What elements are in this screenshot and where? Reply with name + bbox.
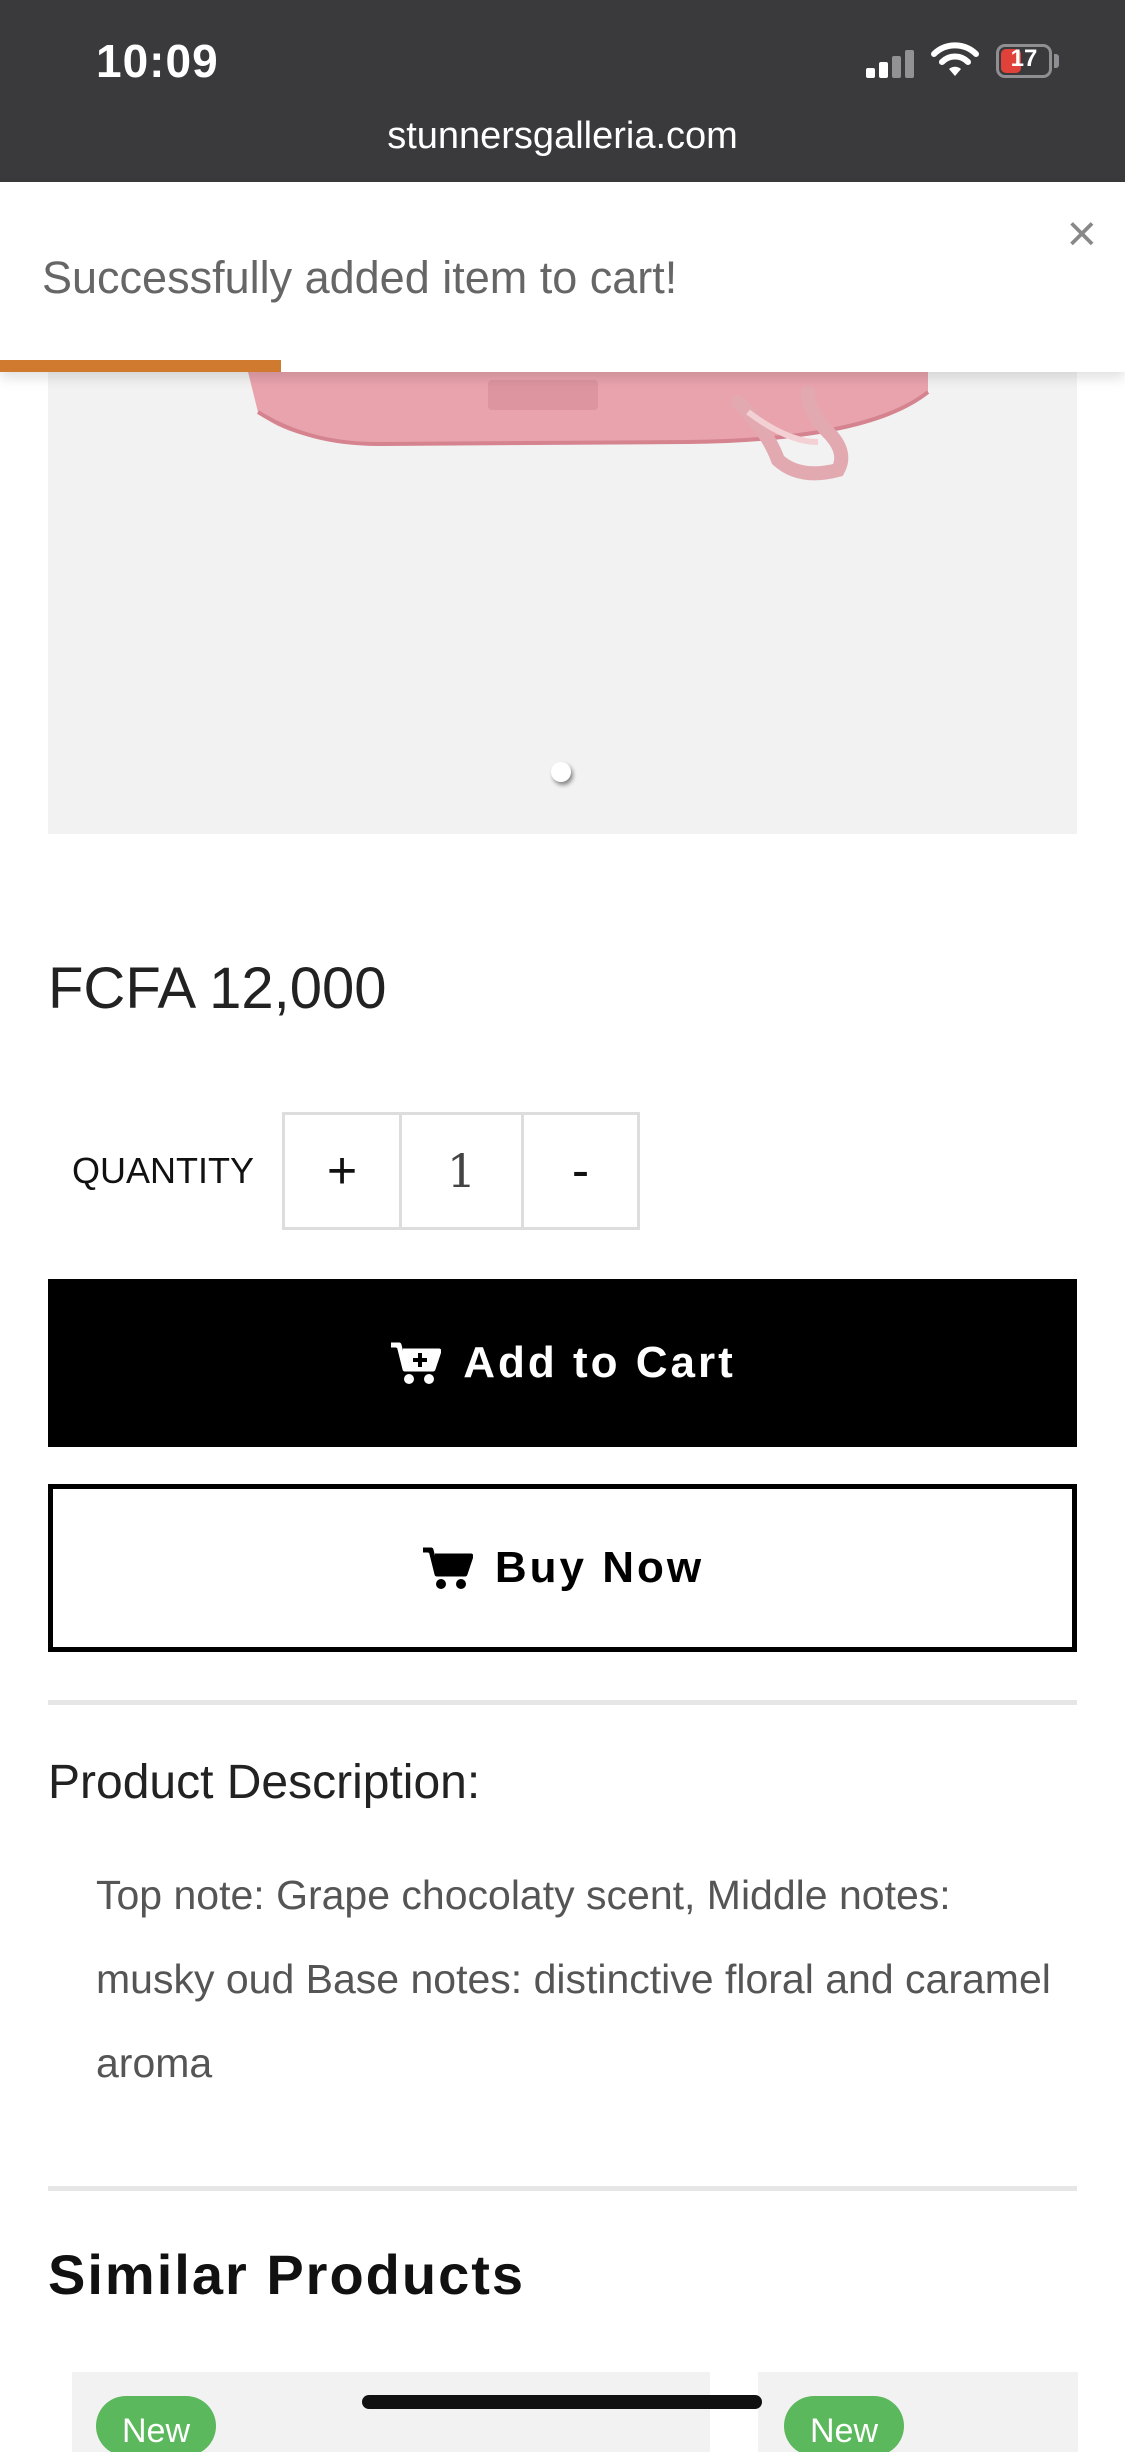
product-price: FCFA 12,000 [48,956,387,1021]
divider [48,1700,1077,1705]
status-time: 10:09 [96,35,219,87]
url-bar[interactable]: stunnersgalleria.com [0,115,1125,158]
wifi-icon [931,42,979,76]
buy-now-button[interactable]: Buy Now [48,1484,1077,1652]
quantity-decrease-button[interactable]: - [524,1115,637,1227]
toast-progress-bar [0,360,282,372]
cart-toast: Successfully added item to cart! × [0,182,1125,372]
battery-level: 17 [1010,45,1038,72]
signal-icon [866,50,916,78]
add-to-cart-button[interactable]: Add to Cart [48,1279,1077,1447]
cart-plus-icon [391,1342,442,1384]
similar-product-card[interactable]: New [758,2372,1078,2452]
cart-icon [422,1547,473,1589]
close-icon[interactable]: × [1067,204,1097,264]
quantity-label: QUANTITY [72,1150,255,1191]
description-title: Product Description: [48,1756,481,1809]
quantity-increase-button[interactable]: + [285,1115,402,1227]
divider [48,2186,1077,2191]
gallery-dot[interactable] [551,762,571,782]
buy-now-label: Buy Now [494,1543,705,1592]
quantity-input[interactable]: 1 [402,1115,524,1227]
similar-product-card[interactable]: New [72,2372,710,2452]
product-image-gallery[interactable] [48,372,1077,834]
add-to-cart-label: Add to Cart [463,1338,736,1387]
toast-message: Successfully added item to cart! [42,252,678,303]
description-text: Top note: Grape chocolaty scent, Middle … [96,1872,1051,2086]
new-badge: New [96,2396,217,2452]
home-indicator[interactable] [362,2395,762,2409]
battery-icon: 17 [996,44,1052,78]
quantity-stepper: + 1 - [282,1112,640,1230]
new-badge: New [784,2396,905,2452]
similar-products-title: Similar Products [48,2243,526,2306]
browser-top-bar: 10:09 17 stunnersgalleria.com [0,0,1125,182]
